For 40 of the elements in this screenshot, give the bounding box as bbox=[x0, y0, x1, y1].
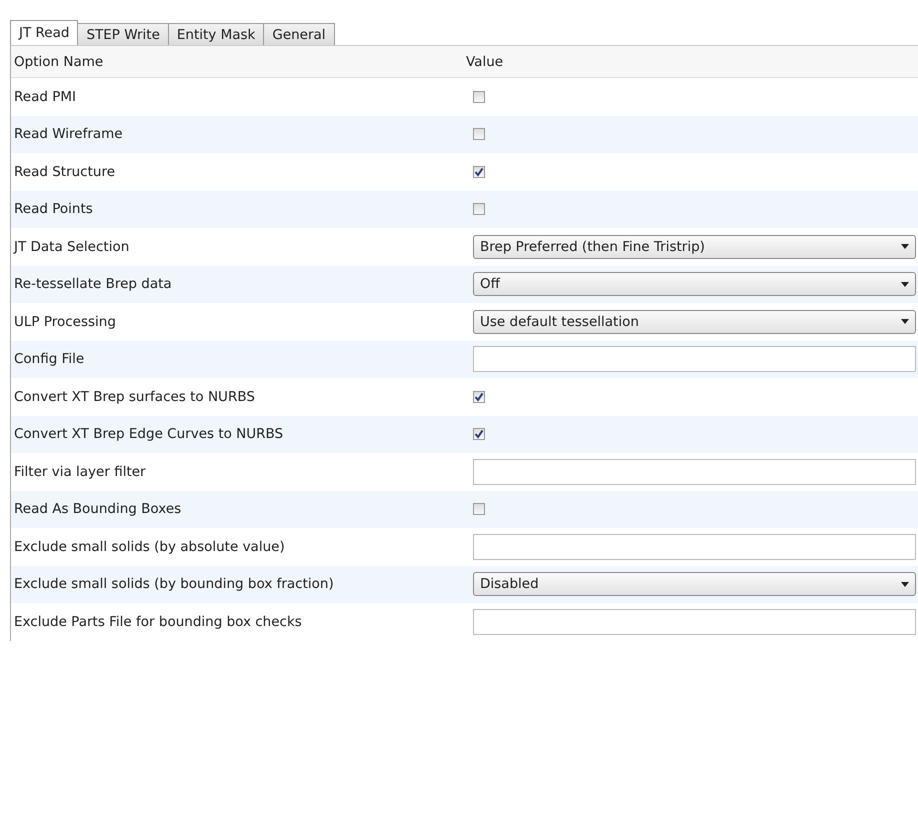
dropdown[interactable]: Off bbox=[473, 272, 916, 296]
checkbox[interactable] bbox=[473, 128, 485, 140]
checkbox[interactable] bbox=[473, 203, 485, 216]
caret-icon bbox=[901, 582, 909, 587]
option-name: ULP Processing bbox=[13, 314, 117, 330]
option-name: Re-tessellate Brep data bbox=[13, 276, 173, 292]
option-name: Read As Bounding Boxes bbox=[13, 501, 182, 518]
option-name: Exclude Parts File for bounding box checks bbox=[13, 614, 303, 630]
input-field[interactable] bbox=[473, 346, 916, 372]
option-name: Read Points bbox=[13, 201, 94, 218]
option-name: Filter via layer filter bbox=[13, 464, 147, 480]
option-name: Read Structure bbox=[13, 164, 116, 180]
option-name: Read PMI bbox=[13, 88, 77, 105]
option-name: Config File bbox=[13, 351, 86, 368]
input-field[interactable] bbox=[473, 608, 916, 635]
input-field[interactable] bbox=[473, 534, 916, 560]
caret-icon bbox=[901, 319, 909, 324]
column-header: Option Name bbox=[13, 54, 104, 70]
option-name: Exclude small solids (by absolute value) bbox=[13, 538, 286, 555]
input-field[interactable] bbox=[473, 458, 916, 485]
option-name: Read Wireframe bbox=[13, 126, 124, 142]
checkbox[interactable] bbox=[473, 503, 485, 516]
caret-icon bbox=[901, 282, 909, 287]
option-name: Exclude small solids (by bounding box fraction) bbox=[13, 576, 335, 592]
tab[interactable]: STEP Write bbox=[77, 23, 169, 45]
checkbox[interactable] bbox=[473, 390, 485, 403]
column-header: Value bbox=[465, 54, 504, 70]
dropdown[interactable]: Disabled bbox=[473, 572, 916, 596]
checkbox[interactable] bbox=[473, 166, 485, 178]
option-name: Convert XT Brep Edge Curves to NURBS bbox=[13, 426, 284, 442]
checkbox[interactable] bbox=[473, 428, 485, 440]
option-name: Convert XT Brep surfaces to NURBS bbox=[13, 388, 256, 405]
checkbox[interactable] bbox=[473, 90, 485, 103]
caret-icon bbox=[901, 244, 909, 250]
tab[interactable]: Entity Mask bbox=[168, 23, 264, 45]
option-name: JT Data Selection bbox=[12, 238, 130, 255]
tab[interactable]: General bbox=[263, 23, 335, 45]
dropdown[interactable]: Use default tessellation bbox=[473, 310, 916, 334]
dropdown[interactable]: Brep Preferred (then Fine Tristrip) bbox=[473, 234, 916, 259]
tab[interactable]: JT Read bbox=[10, 20, 78, 45]
